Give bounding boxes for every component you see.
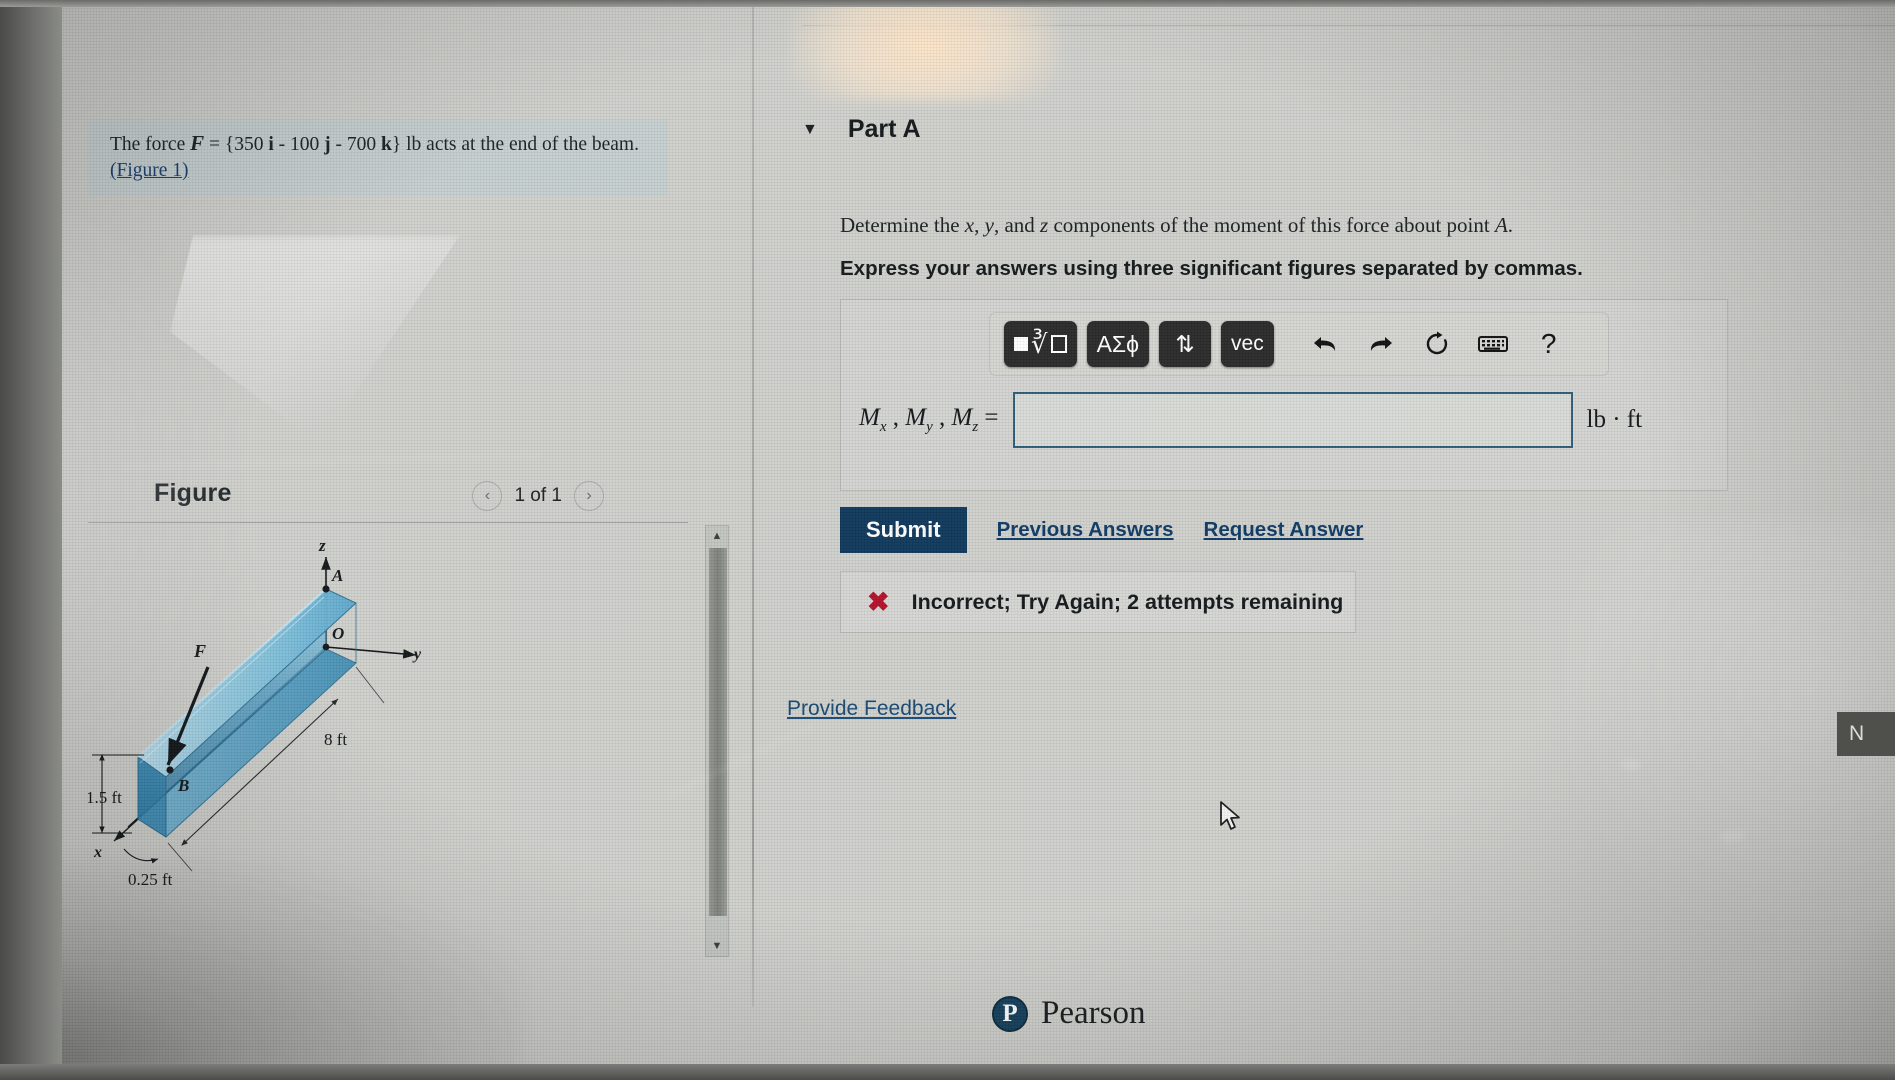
axis-label-y: y [412, 646, 422, 663]
figure-prev-button[interactable]: ‹ [472, 481, 503, 511]
axis-label-z: z [318, 536, 326, 555]
template-root-button[interactable]: ∛ [1004, 321, 1077, 367]
redo-icon[interactable] [1358, 321, 1404, 367]
pearson-logo-icon: P [992, 995, 1028, 1032]
question-sep-2: , and [993, 213, 1041, 237]
mouse-cursor-icon [1218, 800, 1244, 839]
part-a-header[interactable]: ▼ Part A [802, 115, 921, 144]
figure-diagram: z y x A O B F 8 ft 1.5 ft 0.25 ft [86, 527, 668, 947]
force-label-F: F [193, 641, 206, 661]
question-var-x: x [964, 213, 975, 237]
problem-text-lead: The force [110, 134, 191, 155]
part-a-title: Part A [847, 115, 921, 143]
axis-label-x: x [93, 844, 102, 861]
figure-1-link[interactable]: (Figure 1) [110, 160, 189, 181]
pane-divider [752, 7, 754, 1007]
math-input-toolbar: ∛ ΑΣϕ ⇅ vec ? [989, 312, 1609, 376]
problem-term-k-lead: - 700 [330, 134, 382, 155]
point-label-A: A [331, 566, 343, 585]
dimension-1-5ft: 1.5 ft [88, 788, 122, 807]
problem-eq: = {350 [204, 134, 269, 155]
question-text: Determine the x, y, and z components of … [840, 213, 1514, 237]
greek-symbols-button[interactable]: ΑΣϕ [1086, 321, 1150, 367]
radical-icon: ∛ [1031, 329, 1048, 359]
problem-term-j-lead: - 100 [273, 134, 325, 155]
question-point-a: A [1494, 213, 1508, 237]
dimension-8ft: 8 ft [324, 730, 347, 749]
figure-pagination: ‹ 1 of 1 › [472, 481, 604, 511]
monitor-bezel-top [0, 0, 1895, 7]
problem-statement-box: The force F = {350 i - 100 j - 700 k} lb… [88, 119, 668, 197]
beam-diagram-svg: z y x A O B F 8 ft 1.5 ft 0.25 ft [86, 536, 422, 889]
submit-button[interactable]: Submit [840, 507, 967, 553]
answer-entry-card: ∛ ΑΣϕ ⇅ vec ? Mx , My , Mz = lb · ft [840, 299, 1728, 491]
figure-scrollbar-thumb[interactable] [709, 548, 727, 916]
edge-partial-tab[interactable]: N [1837, 712, 1895, 756]
photographed-screen: The force F = {350 i - 100 j - 700 k} lb… [0, 0, 1895, 1080]
undo-icon[interactable] [1302, 321, 1348, 367]
vector-button[interactable]: vec [1221, 321, 1274, 367]
problem-tail: } lb acts at the end of the beam. [391, 134, 639, 155]
submit-row: Submit Previous Answers Request Answer [840, 507, 1363, 553]
answer-instruction: Express your answers using three signifi… [840, 257, 1583, 280]
previous-answers-link[interactable]: Previous Answers [997, 518, 1174, 542]
figure-scroll-up-button[interactable]: ▲ [706, 526, 728, 546]
force-symbol: F [190, 131, 205, 155]
unit-vector-k: k [381, 134, 392, 155]
figure-header: Figure ‹ 1 of 1 › [88, 477, 688, 523]
top-divider [802, 25, 1895, 26]
point-B-marker [166, 766, 174, 774]
answer-input-row: Mx , My , Mz = lb · ft [859, 392, 1719, 448]
feedback-banner: ✖ Incorrect; Try Again; 2 attempts remai… [840, 571, 1356, 633]
answer-unit-label: lb · ft [1586, 406, 1643, 433]
monitor-bezel-left [0, 0, 62, 1080]
answer-pane: ▼ Part A Determine the x, y, and z compo… [762, 7, 1895, 1067]
problem-statement-text: The force F = {350 i - 100 j - 700 k} lb… [110, 129, 654, 184]
answer-label: Mx , My , Mz = [859, 404, 999, 435]
point-label-B: B [177, 776, 189, 795]
figure-next-button[interactable]: › [574, 481, 604, 511]
request-answer-link[interactable]: Request Answer [1204, 518, 1364, 542]
figure-scroll-down-button[interactable]: ▼ [706, 936, 728, 956]
figure-scrollbar[interactable]: ▲ ▼ [705, 525, 729, 957]
help-icon[interactable]: ? [1526, 321, 1572, 367]
keyboard-icon[interactable] [1470, 321, 1516, 367]
point-A-marker [322, 585, 330, 593]
question-sep-1: , [974, 213, 985, 237]
pearson-wordmark: Pearson [1041, 995, 1146, 1031]
chevron-down-icon[interactable]: ▼ [802, 121, 818, 139]
provide-feedback-link[interactable]: Provide Feedback [787, 697, 956, 721]
problem-pane: The force F = {350 i - 100 j - 700 k} lb… [62, 7, 729, 1007]
point-O-marker [322, 643, 330, 651]
point-label-O: O [332, 624, 344, 643]
question-suffix: components of the moment of this force a… [1048, 213, 1495, 237]
figure-counter: 1 of 1 [514, 485, 562, 506]
hollow-square-icon [1050, 335, 1067, 353]
question-var-y: y [984, 213, 994, 237]
page-content: The force F = {350 i - 100 j - 700 k} lb… [62, 7, 1895, 1067]
updown-arrows-button[interactable]: ⇅ [1159, 321, 1212, 367]
feedback-message: Incorrect; Try Again; 2 attempts remaini… [911, 589, 1344, 614]
filled-square-icon [1014, 337, 1028, 351]
monitor-bezel-bottom [0, 1064, 1895, 1080]
reset-icon[interactable] [1414, 321, 1460, 367]
dimension-0-25ft: 0.25 ft [128, 870, 173, 889]
question-prefix: Determine the [840, 213, 965, 237]
pearson-footer: P Pearson [992, 995, 1145, 1032]
answer-input[interactable] [1012, 392, 1573, 448]
question-var-z: z [1040, 213, 1049, 237]
figure-title: Figure [154, 479, 232, 507]
error-x-icon: ✖ [867, 586, 890, 617]
